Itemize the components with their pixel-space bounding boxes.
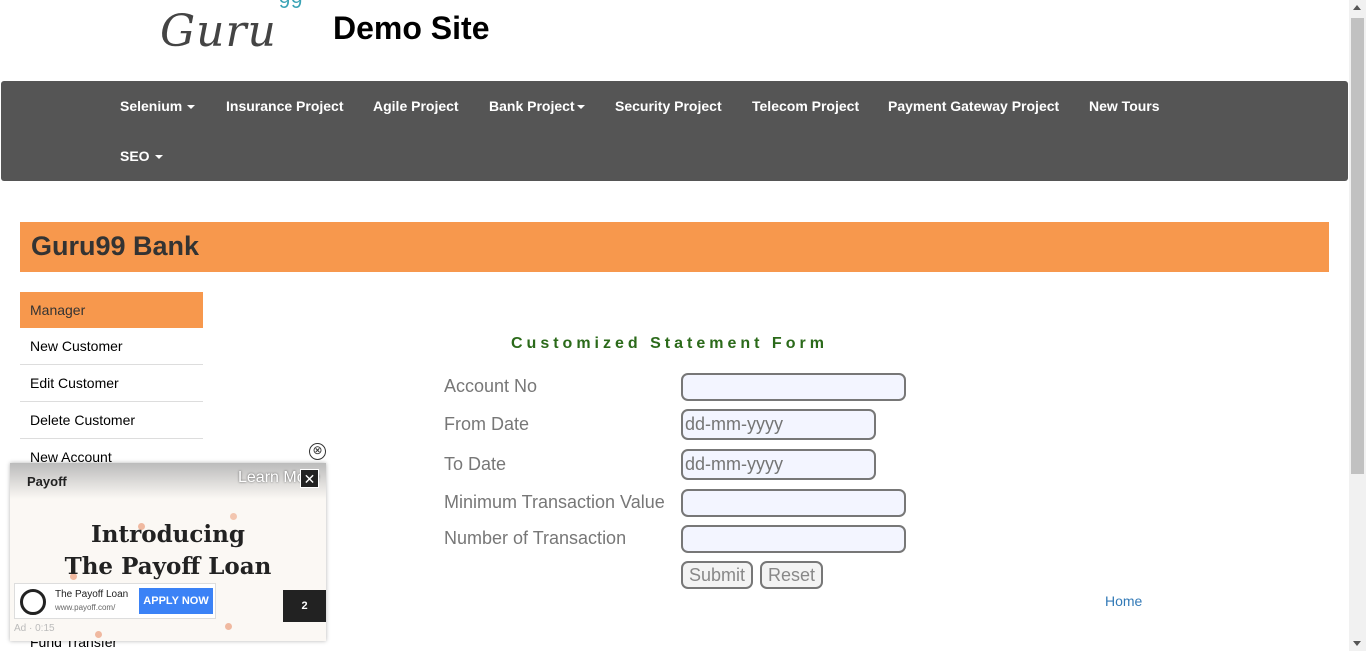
sidebar-item-edit-customer[interactable]: Edit Customer <box>20 365 203 402</box>
nav-insurance-project[interactable]: Insurance Project <box>226 98 344 114</box>
caret-down-icon <box>187 105 196 110</box>
bank-banner: Guru99 Bank <box>20 222 1329 272</box>
nav-seo[interactable]: SEO <box>120 148 163 164</box>
sidebar-item-delete-customer[interactable]: Delete Customer <box>20 402 203 439</box>
nav-telecom-project[interactable]: Telecom Project <box>752 98 859 114</box>
caret-down-icon <box>154 155 163 160</box>
form-title: Customized Statement Form <box>511 335 828 352</box>
site-title: Demo Site <box>333 10 490 46</box>
ad-card-url: www.payoff.com/ <box>55 603 116 612</box>
account-no-input[interactable] <box>681 373 906 401</box>
apply-now-button[interactable]: APPLY NOW <box>139 588 213 614</box>
min-transaction-value-label: Minimum Transaction Value <box>444 492 665 512</box>
page-scrollbar[interactable] <box>1349 0 1366 651</box>
from-date-label: From Date <box>444 414 530 434</box>
nav-bank-project[interactable]: Bank Project <box>489 98 585 114</box>
ad-headline-1: Introducing <box>91 521 245 548</box>
scroll-up-icon[interactable] <box>1353 5 1361 10</box>
ad-card-name: The Payoff Loan <box>55 589 129 600</box>
scroll-down-icon[interactable] <box>1353 641 1361 646</box>
reset-button[interactable]: Reset <box>760 561 824 589</box>
number-of-transaction-label: Number of Transaction <box>444 528 627 548</box>
payoff-logo-icon <box>20 589 46 615</box>
ad-footer: Ad · 0:15 <box>14 623 55 634</box>
to-date-label: To Date <box>444 454 507 474</box>
ad-dismiss-icon[interactable]: ⊗ <box>309 443 326 460</box>
ad-headline-2: The Payoff Loan <box>64 553 272 580</box>
to-date-input[interactable] <box>681 449 876 480</box>
nav-payment-gateway-project[interactable]: Payment Gateway Project <box>888 98 1059 114</box>
sidebar-item-new-customer[interactable]: New Customer <box>20 328 203 365</box>
ad-close-icon[interactable]: ✕ <box>300 469 319 488</box>
scroll-thumb[interactable] <box>1351 18 1364 474</box>
sidebar-item-manager[interactable]: Manager <box>20 292 203 328</box>
payoff-ad[interactable]: Payoff Learn More ✕ Introducing The Payo… <box>10 463 326 641</box>
main-navbar: Selenium Insurance Project Agile Project… <box>1 81 1348 181</box>
nav-selenium[interactable]: Selenium <box>120 98 196 114</box>
logo-text: Guru <box>160 6 277 57</box>
ad-brand: Payoff <box>27 474 67 489</box>
manager-sidebar: Manager New Customer Edit Customer Delet… <box>20 292 203 476</box>
bank-title: Guru99 Bank <box>31 231 200 261</box>
submit-button[interactable]: Submit <box>681 561 754 589</box>
confetti-dot <box>95 631 102 638</box>
ad-card[interactable]: The Payoff Loan www.payoff.com/ APPLY NO… <box>14 583 216 619</box>
guru99-logo[interactable]: Guru99 <box>160 0 303 57</box>
caret-down-icon <box>576 105 585 110</box>
nav-agile-project[interactable]: Agile Project <box>373 98 459 114</box>
page: Guru99 Demo Site Selenium Insurance Proj… <box>0 0 1366 651</box>
from-date-input[interactable] <box>681 409 876 440</box>
nav-security-project[interactable]: Security Project <box>615 98 722 114</box>
min-transaction-value-input[interactable] <box>681 489 906 517</box>
logo-superscript: 99 <box>278 0 304 14</box>
account-no-label: Account No <box>444 376 538 396</box>
nav-new-tours[interactable]: New Tours <box>1089 98 1160 114</box>
confetti-dot <box>225 623 232 630</box>
number-of-transaction-input[interactable] <box>681 525 906 553</box>
confetti-dot <box>230 513 237 520</box>
home-link[interactable]: Home <box>1105 593 1142 609</box>
ad-countdown: 2 <box>283 590 326 622</box>
